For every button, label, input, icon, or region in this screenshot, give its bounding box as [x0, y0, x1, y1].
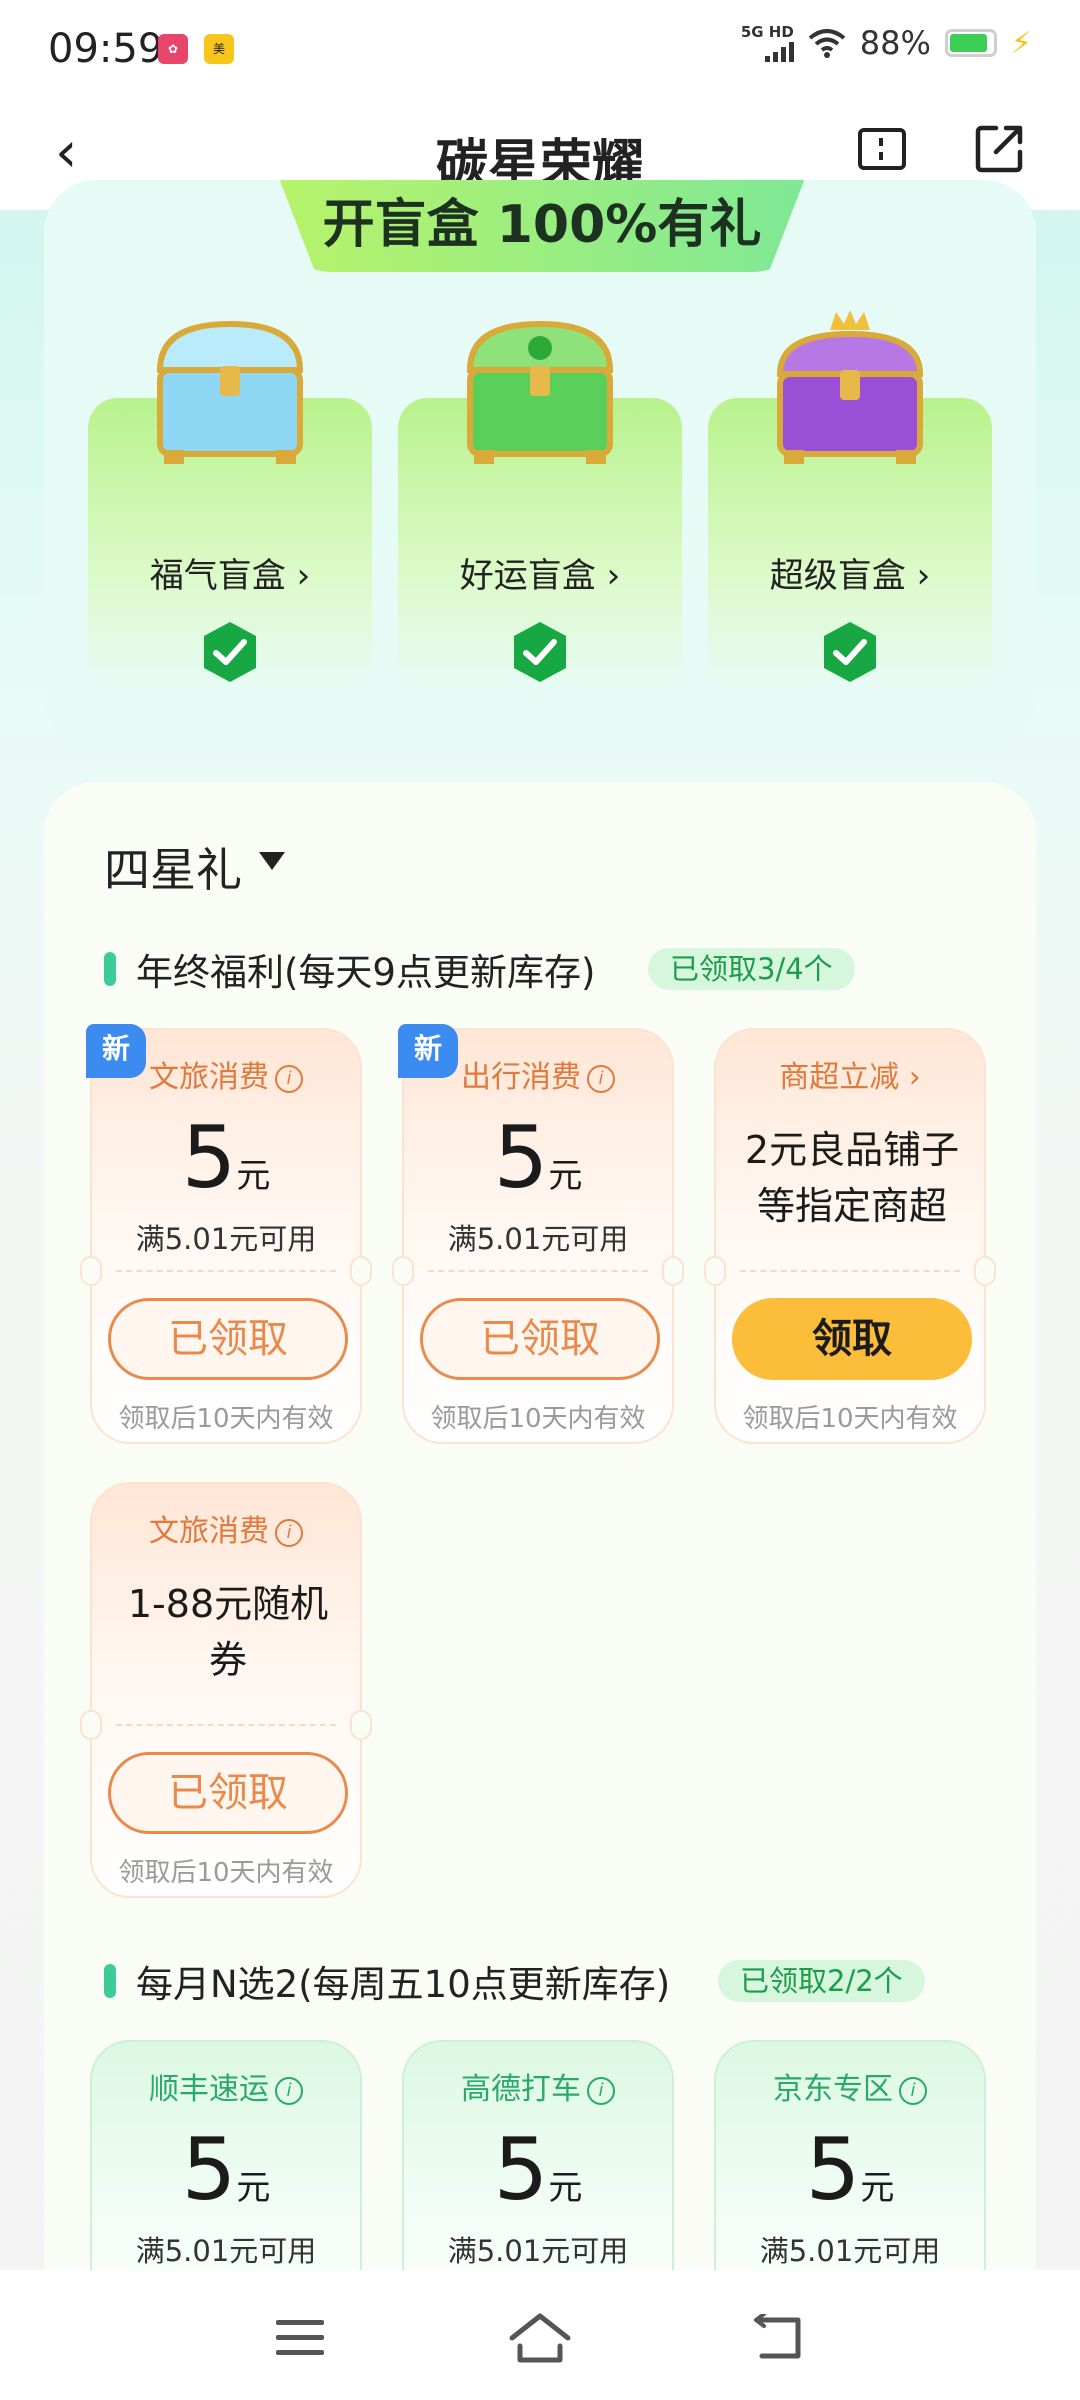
blind-box-card: 开盲盒 100%有礼 福气盲盒 › 好运盲盒 › 超级盲盒 › — [44, 180, 1036, 745]
coupon-unit: 元 — [860, 2168, 895, 2208]
coupon-condition: 满5.01元可用 — [135, 1222, 317, 1256]
coupon-condition: 满5.01元可用 — [759, 2234, 941, 2268]
battery-icon — [944, 29, 997, 57]
coupon-card: 文旅消费 i 1-88元随机券 已领取 领取后10天内有效 — [80, 1482, 372, 1898]
coupon-divider — [740, 1270, 960, 1272]
signal-icon: 5G HD — [741, 24, 794, 62]
claim-button[interactable]: 领取 — [732, 1298, 972, 1380]
check-badge-icon — [514, 622, 566, 682]
coupon-description: 1-88元随机券 — [127, 1582, 329, 1682]
coupon-unit: 元 — [548, 2168, 583, 2208]
coupon-divider — [116, 1270, 336, 1272]
dropdown-caret-icon[interactable] — [259, 852, 285, 870]
system-nav-bar — [0, 2270, 1080, 2400]
check-badge-icon — [204, 622, 256, 682]
info-icon[interactable]: i — [587, 1064, 615, 1093]
tier-selector[interactable]: 四星礼 — [104, 834, 242, 900]
coupon-amount: 5 — [181, 1108, 237, 1208]
coupon-validity: 领取后10天内有效 — [430, 1404, 646, 1434]
blind-box-fuqi[interactable]: 福气盲盒 › — [88, 320, 372, 688]
blind-box-label: 福气盲盒 — [149, 556, 286, 596]
coupon-amount: 5 — [805, 2120, 861, 2220]
coupon-category: 高德打车 — [461, 2072, 581, 2107]
coupon-description: 2元良品铺子等指定商超 — [744, 1128, 960, 1228]
section-marker — [104, 1964, 116, 1998]
info-icon[interactable]: i — [587, 2076, 615, 2105]
coupon-card: 新 出行消费 i 5元 满5.01元可用 已领取 领取后10天内有效 — [392, 1024, 684, 1444]
coupon-unit: 元 — [548, 1156, 583, 1196]
chevron-right-icon: › — [606, 556, 621, 596]
ticket-icon[interactable] — [858, 128, 906, 170]
claimed-button[interactable]: 已领取 — [108, 1298, 348, 1380]
blind-box-chaoji[interactable]: 超级盲盒 › — [708, 310, 992, 688]
coupon-unit: 元 — [236, 1156, 271, 1196]
blind-box-label: 超级盲盒 — [769, 556, 906, 596]
blind-box-haoyun[interactable]: 好运盲盒 › — [398, 320, 682, 688]
battery-percent: 88% — [859, 24, 931, 62]
coupon-category: 商超立减 — [779, 1060, 900, 1095]
coupon-category: 文旅消费 — [149, 1514, 269, 1549]
blue-treasure-chest-icon — [156, 320, 304, 464]
coupon-divider — [116, 1724, 336, 1726]
blind-box-label: 好运盲盒 — [459, 556, 596, 596]
meituan-notification-icon: 美 — [204, 34, 234, 64]
coupon-card: 商超立减 › 2元良品铺子等指定商超 领取 领取后10天内有效 — [704, 1028, 996, 1444]
claimed-count-badge: 已领取3/4个 — [648, 948, 855, 990]
coupon-category: 京东专区 — [773, 2072, 893, 2107]
info-icon[interactable]: i — [275, 1064, 303, 1093]
coupon-validity: 领取后10天内有效 — [118, 1858, 334, 1888]
coupon-category: 顺丰速运 — [149, 2072, 269, 2107]
coupon-divider — [428, 1270, 648, 1272]
coupon-amount: 5 — [493, 1108, 549, 1208]
charging-icon: ⚡ — [1010, 25, 1032, 61]
chevron-right-icon: › — [908, 1060, 921, 1095]
wifi-icon — [808, 29, 846, 58]
status-indicators: 5G HD 88% ⚡ — [741, 24, 1032, 62]
claimed-count-badge: 已领取2/2个 — [718, 1960, 925, 2002]
info-icon[interactable]: i — [275, 1518, 303, 1547]
coupon-card: 新 文旅消费 i 5元 满5.01元可用 已领取 领取后10天内有效 — [80, 1024, 372, 1444]
status-time: 09:59 — [48, 26, 164, 72]
coupon-condition: 满5.01元可用 — [447, 2234, 629, 2268]
coupon-amount: 5 — [493, 2120, 549, 2220]
coupon-validity: 领取后10天内有效 — [742, 1404, 958, 1434]
coupon-category: 文旅消费 — [149, 1060, 269, 1095]
info-icon[interactable]: i — [899, 2076, 927, 2105]
section-marker — [104, 952, 116, 986]
section-title: 年终福利(每天9点更新库存) — [136, 951, 596, 994]
coupon-category: 出行消费 — [461, 1060, 581, 1095]
info-icon[interactable]: i — [275, 2076, 303, 2105]
share-icon[interactable] — [974, 122, 1026, 174]
back-nav-icon[interactable] — [752, 2314, 806, 2362]
coupon-condition: 满5.01元可用 — [447, 1222, 629, 1256]
coupon-validity: 领取后10天内有效 — [118, 1404, 334, 1434]
claimed-button[interactable]: 已领取 — [420, 1298, 660, 1380]
banner-text: 开盲盒 100%有礼 — [322, 195, 762, 255]
chevron-right-icon: › — [296, 556, 311, 596]
claimed-button[interactable]: 已领取 — [108, 1752, 348, 1834]
chevron-right-icon: › — [916, 556, 931, 596]
purple-treasure-chest-icon — [776, 310, 924, 464]
status-bar: 09:59 ✿ 美 5G HD 88% ⚡ — [0, 0, 1080, 100]
check-badge-icon — [824, 622, 876, 682]
menu-icon[interactable] — [276, 2320, 324, 2360]
coupon-amount: 5 — [181, 2120, 237, 2220]
section-title: 每月N选2(每周五10点更新库存) — [136, 1963, 671, 2006]
blind-box-banner: 开盲盒 100%有礼 — [272, 180, 812, 272]
coupon-condition: 满5.01元可用 — [135, 2234, 317, 2268]
coupon-unit: 元 — [236, 2168, 271, 2208]
rewards-card: 四星礼 年终福利(每天9点更新库存) 已领取3/4个 新 文旅消费 i 5元 满5… — [44, 782, 1036, 2400]
green-treasure-chest-icon — [466, 320, 614, 464]
home-icon[interactable] — [508, 2310, 572, 2366]
app-notification-icon: ✿ — [158, 34, 188, 64]
network-type: 5G HD — [740, 23, 794, 41]
